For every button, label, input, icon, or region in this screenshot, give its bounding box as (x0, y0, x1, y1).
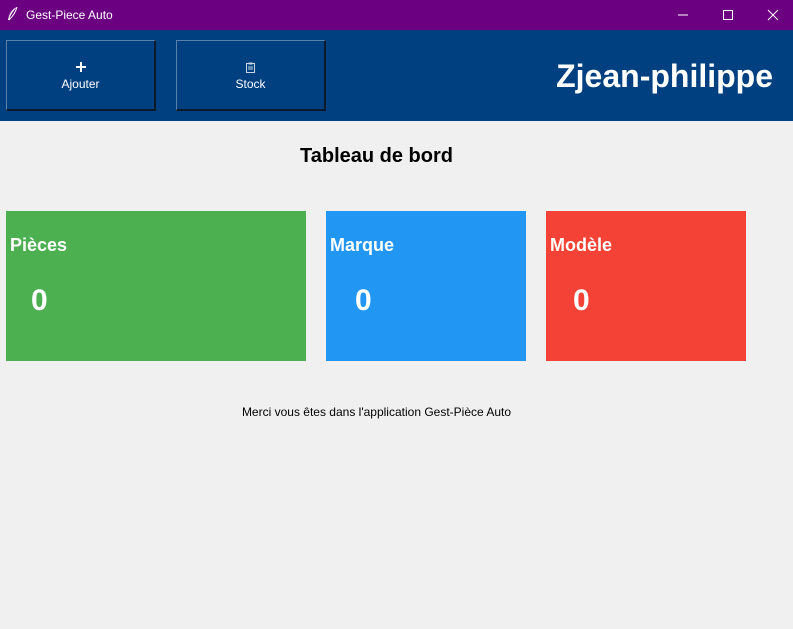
footer-message: Merci vous êtes dans l'application Gest-… (241, 405, 512, 419)
maximize-icon (723, 10, 733, 20)
card-pieces: Pièces 0 (6, 211, 306, 361)
stock-button-label: Stock (235, 77, 266, 91)
card-modele-value: 0 (573, 284, 590, 317)
plus-icon (7, 60, 154, 74)
card-marque-value: 0 (355, 284, 372, 317)
maximize-button[interactable] (705, 0, 751, 30)
card-pieces-label: Pièces (10, 235, 68, 255)
card-marque-label: Marque (330, 235, 395, 255)
close-button[interactable] (750, 0, 793, 30)
card-marque: Marque 0 (326, 211, 526, 361)
window-title: Gest-Piece Auto (26, 8, 113, 22)
user-name: Zjean-philippe (556, 58, 773, 94)
card-modele: Modèle 0 (546, 211, 746, 361)
minimize-icon (678, 14, 688, 16)
card-modele-label: Modèle (550, 235, 613, 255)
feather-icon (6, 6, 20, 22)
toolbar: Ajouter Stock Zjean-philippe (0, 30, 793, 121)
stock-button[interactable]: Stock (176, 40, 326, 111)
add-button[interactable]: Ajouter (6, 40, 156, 111)
minimize-button[interactable] (660, 0, 706, 30)
close-icon (767, 9, 779, 21)
window-titlebar: Gest-Piece Auto (0, 0, 793, 30)
clipboard-icon (177, 60, 324, 74)
add-button-label: Ajouter (61, 77, 100, 91)
page-title: Tableau de bord (300, 145, 453, 167)
card-pieces-value: 0 (31, 284, 48, 317)
